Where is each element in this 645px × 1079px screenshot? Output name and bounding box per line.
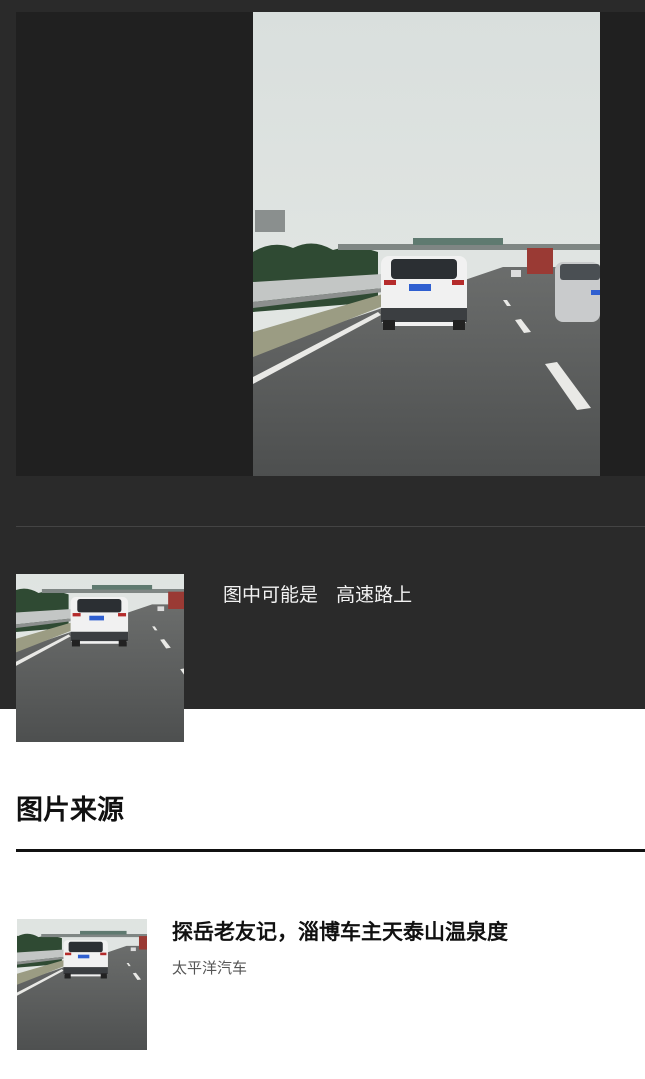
result-source[interactable]: 太平洋汽车 [172, 957, 247, 978]
image-viewer-panel: 图中可能是 高速路上 [0, 0, 645, 742]
caption-prefix: 图中可能是 [223, 584, 319, 606]
main-image[interactable] [253, 12, 600, 476]
caption-label[interactable]: 高速路上 [336, 580, 412, 607]
result-title[interactable]: 探岳老友记，淄博车主天泰山温泉度 [172, 916, 508, 946]
result-thumbnail[interactable] [17, 919, 147, 1050]
image-caption: 图中可能是 高速路上 [223, 580, 412, 607]
divider [16, 526, 645, 527]
section-divider [16, 849, 645, 852]
preview-thumbnail[interactable] [16, 574, 184, 742]
section-title: 图片来源 [16, 795, 124, 826]
